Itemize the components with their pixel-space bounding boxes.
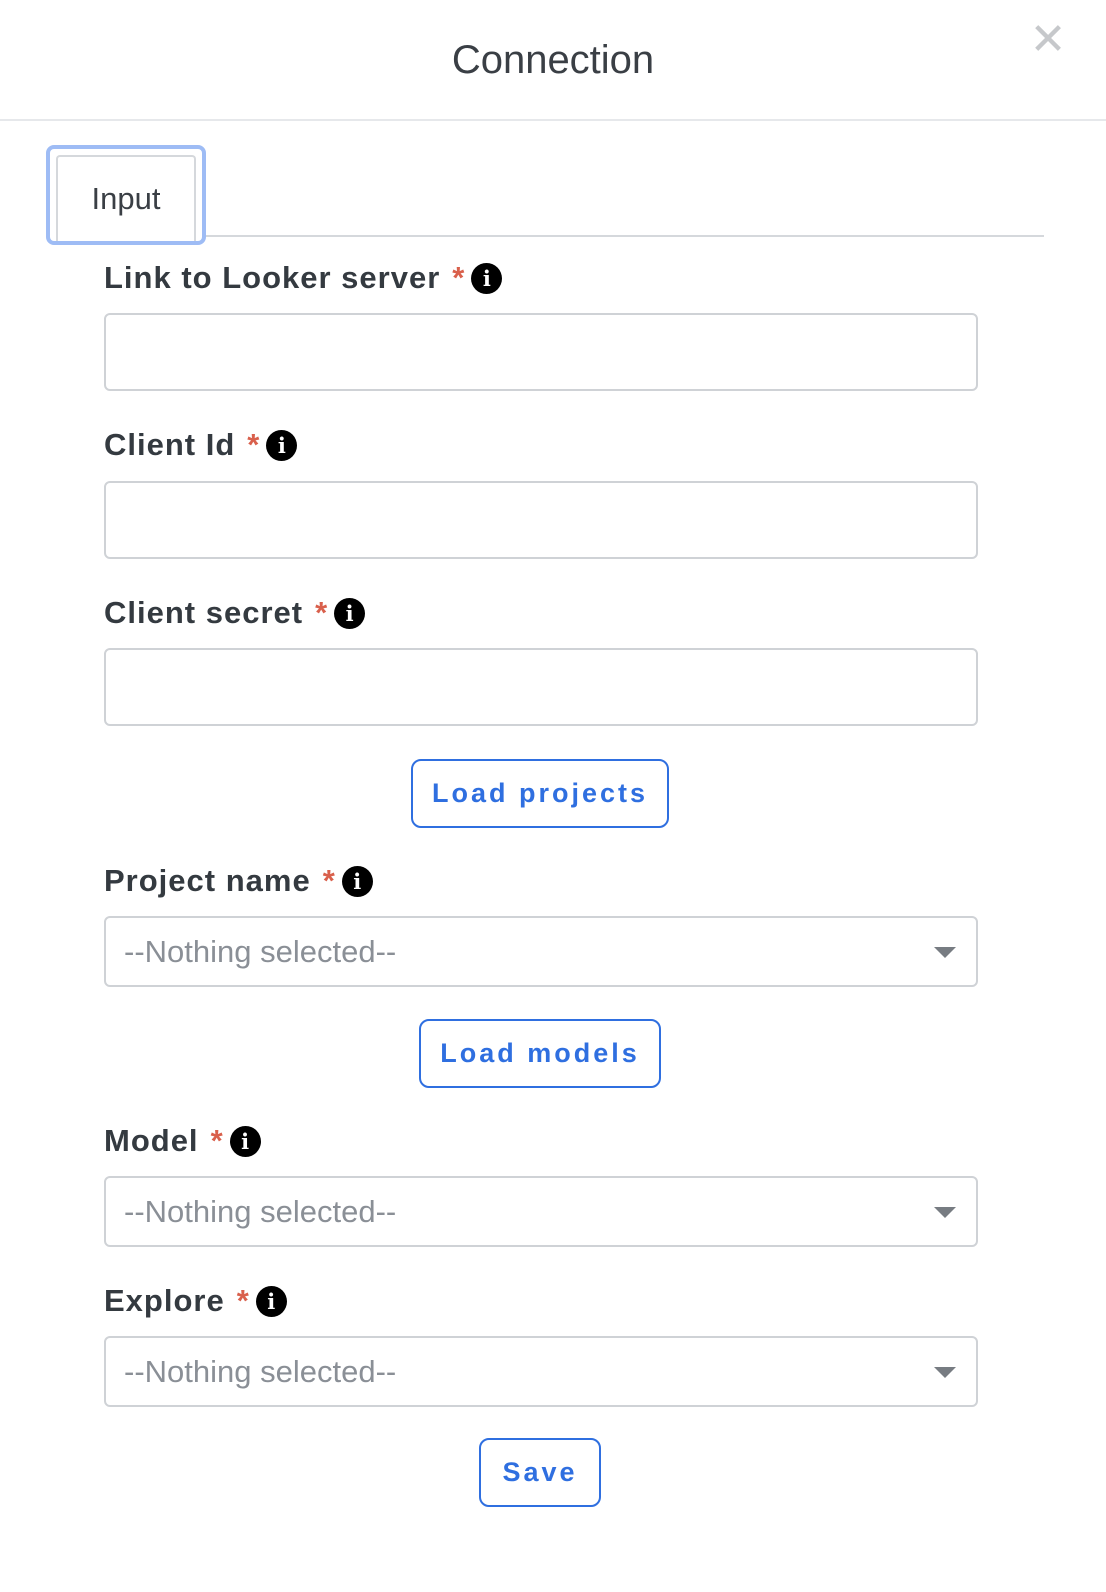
looker-server-input[interactable] [104,313,978,391]
info-icon[interactable]: i [266,429,298,461]
dialog-title: Connection [451,38,655,82]
required-asterisk: * [452,260,466,295]
explore-select[interactable]: --Nothing selected-- [104,1336,978,1407]
client-secret-input[interactable] [104,648,978,726]
chevron-down-icon [934,1207,956,1218]
info-icon[interactable]: i [471,262,503,294]
required-asterisk: * [210,1123,224,1158]
model-label-text: Model [104,1123,199,1158]
client-id-input[interactable] [104,481,978,559]
looker-server-label: Link to Looker server * i [104,258,503,298]
info-icon[interactable]: i [334,597,366,629]
explore-label-text: Explore [104,1283,225,1318]
required-asterisk: * [315,595,329,630]
chevron-down-icon [934,947,956,958]
model-selected: --Nothing selected-- [124,1194,397,1229]
dialog-header: Connection ✕ [0,0,1106,121]
required-asterisk: * [322,863,336,898]
close-icon[interactable]: ✕ [1028,18,1068,62]
load-projects-button[interactable]: Load projects [411,759,669,828]
required-asterisk: * [247,427,261,462]
model-select[interactable]: --Nothing selected-- [104,1176,978,1247]
info-icon[interactable]: i [229,1125,261,1157]
client-id-label-text: Client Id [104,427,236,462]
project-name-select[interactable]: --Nothing selected-- [104,916,978,987]
looker-server-label-text: Link to Looker server [104,260,441,295]
model-label: Model * i [104,1121,261,1161]
info-icon[interactable]: i [341,865,373,897]
client-secret-label: Client secret * i [104,593,366,633]
project-name-label: Project name * i [104,861,373,901]
explore-label: Explore * i [104,1281,287,1321]
chevron-down-icon [934,1367,956,1378]
load-models-button[interactable]: Load models [419,1019,661,1088]
client-secret-label-text: Client secret [104,595,304,630]
info-icon[interactable]: i [255,1285,287,1317]
required-asterisk: * [236,1283,250,1318]
project-name-label-text: Project name [104,863,311,898]
save-button[interactable]: Save [479,1438,601,1507]
tab-input-label[interactable]: Input [56,155,196,241]
project-name-selected: --Nothing selected-- [124,934,397,969]
client-id-label: Client Id * i [104,425,298,465]
tab-input[interactable]: Input [46,145,206,245]
explore-selected: --Nothing selected-- [124,1354,397,1389]
